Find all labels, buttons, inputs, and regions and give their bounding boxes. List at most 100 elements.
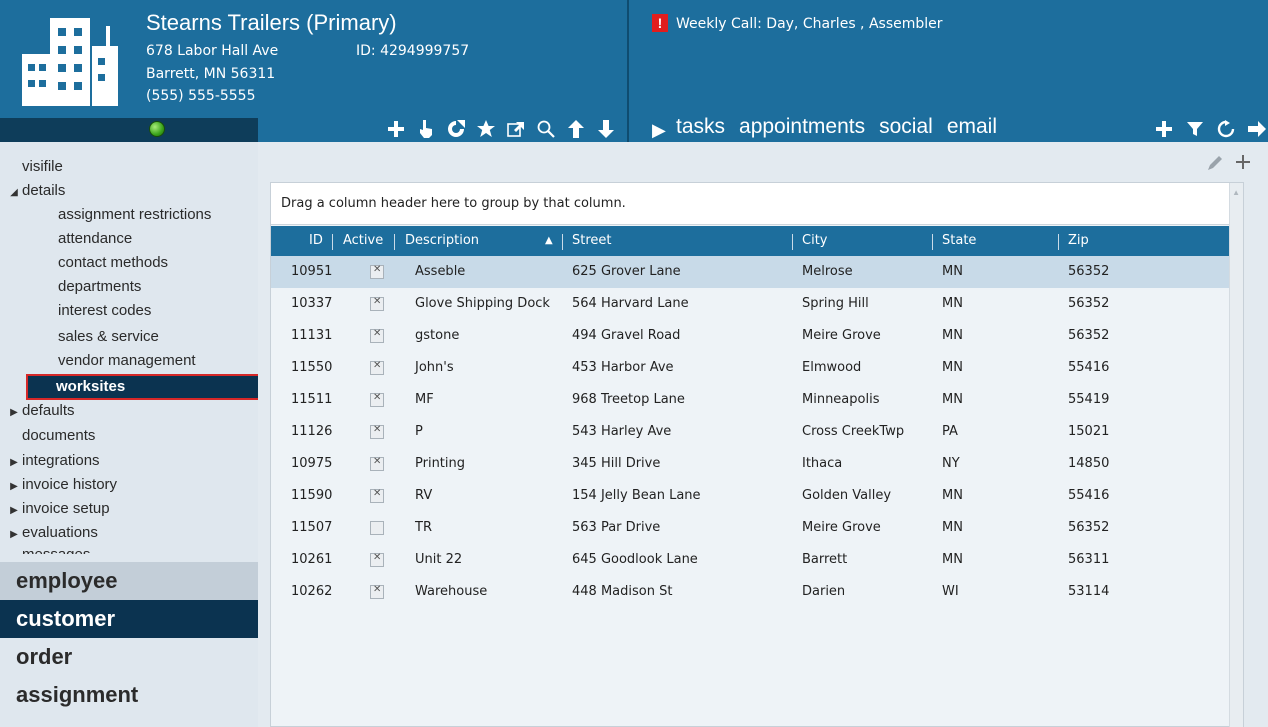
cell-state: MN [942, 328, 963, 343]
vertical-scrollbar[interactable]: ▲ [1229, 183, 1243, 727]
column-header-description[interactable]: Description [405, 226, 479, 256]
cell-zip: 53114 [1068, 584, 1110, 599]
column-separator[interactable] [562, 234, 563, 250]
tree-item-vendor-management[interactable]: vendor management [0, 352, 196, 374]
module-employee[interactable]: employee [0, 562, 258, 600]
column-separator[interactable] [792, 234, 793, 250]
up-arrow-icon[interactable] [565, 118, 587, 140]
table-row[interactable]: 10975 Printing 345 Hill Drive Ithaca NY 14850 [271, 448, 1230, 480]
active-checkbox[interactable] [370, 392, 384, 407]
plus-icon[interactable] [1236, 152, 1250, 175]
cell-description: RV [415, 488, 433, 503]
cell-state: MN [942, 360, 963, 375]
cell-street: 345 Hill Drive [572, 456, 661, 471]
active-checkbox[interactable] [370, 264, 384, 279]
tree-item-details[interactable]: ◢ details [0, 182, 65, 204]
table-row[interactable]: 10337 Glove Shipping Dock 564 Harvard Lane… [271, 288, 1230, 320]
down-arrow-icon[interactable] [595, 118, 617, 140]
expanded-triangle-icon[interactable]: ◢ [6, 187, 22, 198]
tree-item-sales-service[interactable]: sales & service [0, 328, 159, 350]
tree-item-invoice-setup[interactable]: ▶ invoice setup [0, 500, 109, 522]
play-icon[interactable]: ▶ [652, 120, 666, 141]
active-checkbox[interactable] [370, 360, 384, 375]
table-row[interactable]: 10262 Warehouse 448 Madison St Darien WI 5311… [271, 576, 1230, 608]
tab-appointments[interactable]: appointments [739, 115, 865, 139]
cell-street: 564 Harvard Lane [572, 296, 689, 311]
tree-item-integrations[interactable]: ▶ integrations [0, 452, 99, 474]
collapsed-triangle-icon[interactable]: ▶ [6, 505, 22, 516]
table-row[interactable]: 10261 Unit 22 645 Goodlook Lane Barrett MN 56… [271, 544, 1230, 576]
pencil-icon[interactable] [1206, 154, 1224, 177]
tree-item-assignment-restrictions[interactable]: assignment restrictions [0, 206, 211, 228]
cell-street: 494 Gravel Road [572, 328, 681, 343]
module-order[interactable]: order [0, 638, 258, 676]
collapsed-triangle-icon[interactable]: ▶ [6, 529, 22, 540]
alert-message[interactable]: Weekly Call: Day, Charles , Assembler [676, 16, 943, 32]
filter-icon[interactable] [1184, 118, 1206, 140]
tree-item-evaluations[interactable]: ▶ evaluations [0, 524, 98, 546]
column-header-street[interactable]: Street [572, 226, 612, 256]
tab-email[interactable]: email [947, 115, 997, 139]
group-by-bar[interactable]: Drag a column header here to group by th… [271, 183, 1243, 225]
tree-item-departments[interactable]: departments [0, 278, 141, 300]
cell-zip: 15021 [1068, 424, 1110, 439]
tree-item-visifile[interactable]: visifile [0, 158, 63, 180]
tree-item-defaults[interactable]: ▶ defaults [0, 402, 74, 424]
tab-tasks[interactable]: tasks [676, 115, 725, 139]
column-header-id[interactable]: ID [309, 226, 323, 256]
active-checkbox[interactable] [370, 488, 384, 503]
active-checkbox[interactable] [370, 584, 384, 599]
column-separator[interactable] [332, 234, 333, 250]
active-checkbox[interactable] [370, 424, 384, 439]
active-checkbox[interactable] [370, 328, 384, 343]
status-strip [0, 118, 258, 142]
point-icon[interactable] [415, 118, 437, 140]
tab-social[interactable]: social [879, 115, 933, 139]
refresh-icon[interactable] [1215, 118, 1237, 140]
tree-item-documents[interactable]: documents [0, 427, 95, 449]
scroll-up-icon[interactable]: ▲ [1232, 188, 1240, 197]
tree-item-worksites[interactable]: worksites [26, 374, 258, 400]
star-icon[interactable] [475, 118, 497, 140]
cell-zip: 56352 [1068, 296, 1110, 311]
table-row[interactable]: 11590 RV 154 Jelly Bean Lane Golden Valley M… [271, 480, 1230, 512]
sort-ascending-icon[interactable]: ▲ [545, 226, 553, 256]
collapsed-triangle-icon[interactable]: ▶ [6, 481, 22, 492]
column-header-state[interactable]: State [942, 226, 976, 256]
merge-icon[interactable] [445, 118, 467, 140]
plus-icon[interactable] [385, 118, 407, 140]
column-header-city[interactable]: City [802, 226, 827, 256]
company-name[interactable]: Stearns Trailers (Primary) [146, 10, 397, 36]
arrow-right-icon[interactable] [1246, 118, 1268, 140]
table-row[interactable]: 11126 P 543 Harley Ave Cross CreekTwp PA 1502… [271, 416, 1230, 448]
active-checkbox[interactable] [370, 296, 384, 311]
table-row[interactable]: 11550 John's 453 Harbor Ave Elmwood MN 55416 [271, 352, 1230, 384]
active-checkbox[interactable] [370, 552, 384, 567]
column-separator[interactable] [1058, 234, 1059, 250]
search-icon[interactable] [535, 118, 557, 140]
column-header-active[interactable]: Active [343, 226, 383, 256]
column-separator[interactable] [394, 234, 395, 250]
collapsed-triangle-icon[interactable]: ▶ [6, 457, 22, 468]
column-separator[interactable] [932, 234, 933, 250]
table-row[interactable]: 11507 TR 563 Par Drive Meire Grove MN 56352 [271, 512, 1230, 544]
table-row[interactable]: 10951 Asseble 625 Grover Lane Melrose MN 5635… [271, 256, 1230, 288]
tree-item-attendance[interactable]: attendance [0, 230, 132, 252]
active-checkbox[interactable] [370, 521, 384, 535]
module-customer[interactable]: customer [0, 600, 258, 638]
module-assignment[interactable]: assignment [0, 676, 258, 714]
column-header-zip[interactable]: Zip [1068, 226, 1089, 256]
plus-icon[interactable] [1153, 118, 1175, 140]
tree-item-interest-codes[interactable]: interest codes [0, 302, 151, 324]
active-checkbox[interactable] [370, 456, 384, 471]
phone-number: (555) 555-5555 [146, 88, 256, 104]
alert-icon[interactable]: ! [652, 14, 668, 32]
table-row[interactable]: 11511 MF 968 Treetop Lane Minneapolis MN 5541… [271, 384, 1230, 416]
tree-item-contact-methods[interactable]: contact methods [0, 254, 168, 276]
collapsed-triangle-icon[interactable]: ▶ [6, 407, 22, 418]
table-row[interactable]: 11131 gstone 494 Gravel Road Meire Grove MN 5… [271, 320, 1230, 352]
tree-item-messages[interactable]: messages [0, 546, 90, 554]
cell-id: 10261 [291, 552, 333, 567]
tree-item-invoice-history[interactable]: ▶ invoice history [0, 476, 117, 498]
external-link-icon[interactable] [505, 118, 527, 140]
